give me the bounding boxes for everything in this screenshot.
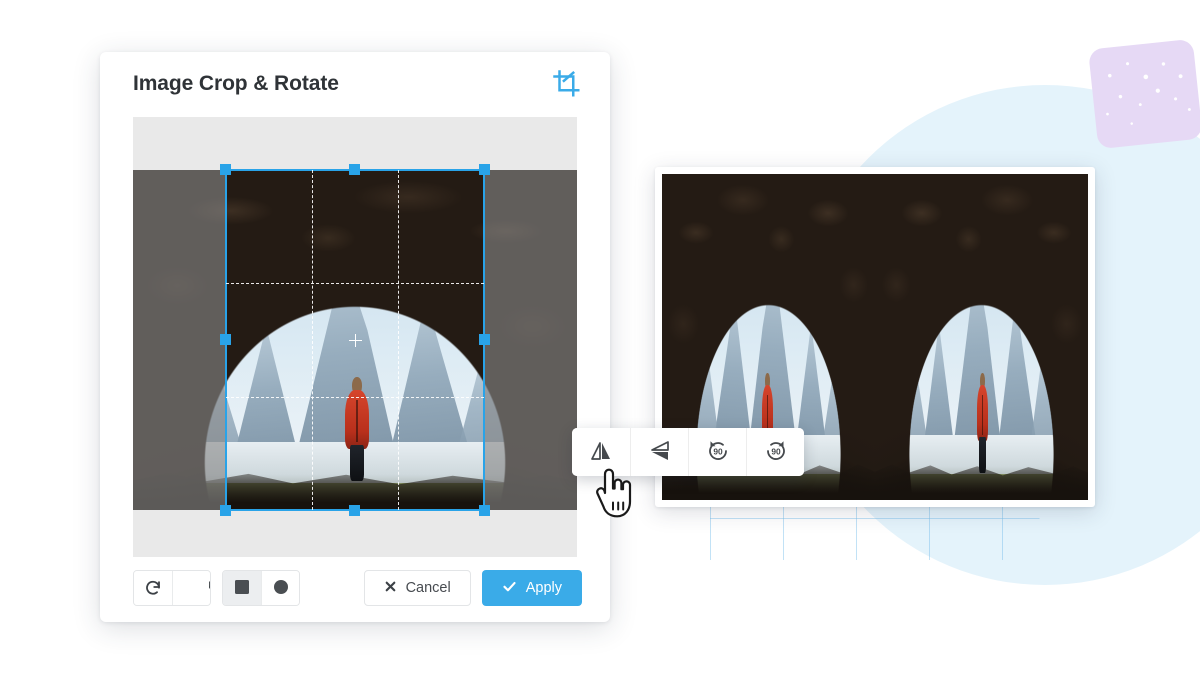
shape-square-button[interactable] xyxy=(223,571,261,605)
close-icon xyxy=(384,580,397,597)
cancel-button-label: Cancel xyxy=(405,580,451,596)
square-icon xyxy=(234,579,250,598)
shape-button-group xyxy=(222,570,300,606)
crop-handle-middle-left[interactable] xyxy=(220,334,231,345)
crop-handle-top-center[interactable] xyxy=(349,164,360,175)
svg-text:90: 90 xyxy=(771,446,781,456)
crop-handle-top-left[interactable] xyxy=(220,164,231,175)
apply-button-label: Apply xyxy=(525,580,562,596)
circle-icon xyxy=(273,579,289,598)
rotate-left-button[interactable] xyxy=(134,571,172,605)
rotate-button-group xyxy=(133,570,211,606)
crop-icon[interactable] xyxy=(552,69,582,99)
flip-vertical-icon xyxy=(648,439,672,466)
crop-canvas[interactable] xyxy=(133,117,577,557)
crop-gridline-vertical xyxy=(397,170,399,510)
crop-dim-right xyxy=(484,170,577,510)
rotate-left-icon xyxy=(144,578,162,599)
apply-button[interactable]: Apply xyxy=(481,570,582,606)
flip-rotate-toolbar: 90 90 xyxy=(572,428,804,476)
crop-handle-bottom-center[interactable] xyxy=(349,505,360,516)
crop-gridline-vertical xyxy=(311,170,313,510)
rotate-left-90-icon: 90 xyxy=(705,438,731,467)
flip-vertical-button[interactable] xyxy=(630,428,688,476)
rotate-right-90-icon: 90 xyxy=(763,438,789,467)
crop-gridline-horizontal xyxy=(226,283,484,285)
crop-handle-top-right[interactable] xyxy=(479,164,490,175)
crop-dim-left xyxy=(133,170,226,510)
rotate-right-90-button[interactable]: 90 xyxy=(746,428,804,476)
flip-horizontal-icon xyxy=(589,439,613,466)
rotate-right-icon xyxy=(183,578,210,599)
shape-circle-button[interactable] xyxy=(261,571,299,605)
page-title: Image Crop & Rotate xyxy=(133,72,339,95)
rotate-right-button[interactable] xyxy=(172,571,210,605)
preview-half-right-mirrored xyxy=(875,174,1088,500)
crop-handle-bottom-left[interactable] xyxy=(220,505,231,516)
background-sticker-decoration xyxy=(1088,38,1200,150)
check-icon xyxy=(502,579,517,598)
crop-handle-bottom-right[interactable] xyxy=(479,505,490,516)
image-editor-card: Image Crop & Rotate Cancel Apply xyxy=(100,52,610,622)
crop-handle-middle-right[interactable] xyxy=(479,334,490,345)
screenshot-root: Image Crop & Rotate Cancel Apply 90 90 xyxy=(0,0,1200,675)
flip-horizontal-button[interactable] xyxy=(572,428,630,476)
svg-text:90: 90 xyxy=(713,446,723,456)
editor-toolbar: Cancel Apply xyxy=(133,570,582,606)
card-header: Image Crop & Rotate xyxy=(100,52,610,116)
crosshair-icon xyxy=(349,334,362,347)
rotate-left-90-button[interactable]: 90 xyxy=(688,428,746,476)
cancel-button[interactable]: Cancel xyxy=(363,570,471,606)
crop-gridline-horizontal xyxy=(226,396,484,398)
crop-selection-box[interactable] xyxy=(220,164,490,516)
